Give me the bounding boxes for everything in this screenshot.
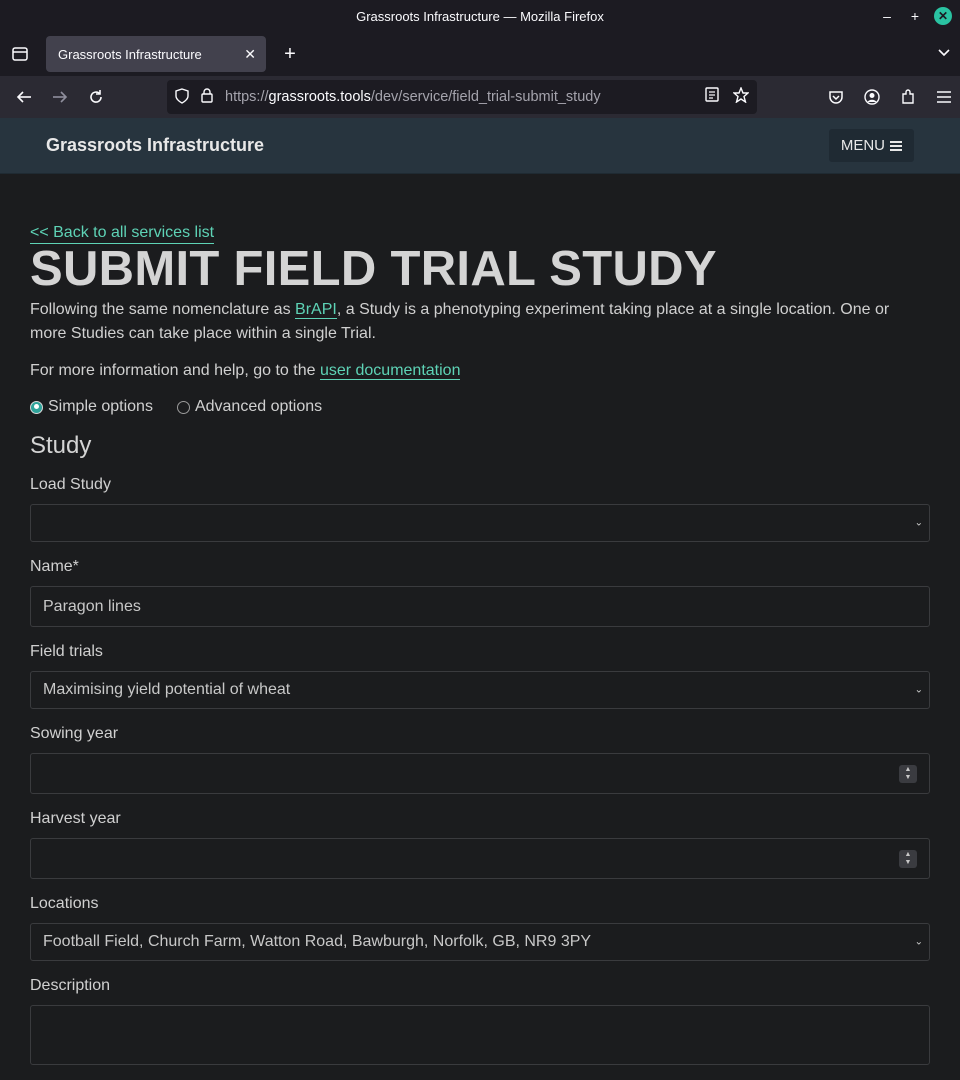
url-path: /dev/service/field_trial-submit_study [370, 89, 601, 105]
description-textarea[interactable] [30, 1005, 930, 1065]
account-icon[interactable] [856, 81, 888, 113]
back-to-services-link[interactable]: << Back to all services list [30, 224, 215, 244]
field-trials-value: Maximising yield potential of wheat [43, 681, 291, 698]
new-tab-button[interactable]: + [274, 38, 306, 70]
simple-options-radio-indicator[interactable] [30, 400, 43, 414]
sowing-year-input[interactable]: ▲ ▼ [30, 753, 930, 794]
brapi-link[interactable]: BrAPI [295, 301, 337, 319]
name-value: Paragon lines [43, 597, 141, 615]
name-label: Name* [30, 558, 79, 575]
advanced-options-radio-indicator[interactable] [176, 400, 190, 414]
list-all-tabs-icon[interactable] [938, 44, 950, 60]
window-title: Grassroots Infrastructure — Mozilla Fire… [356, 8, 604, 24]
field-trials-select[interactable]: Maximising yield potential of wheat ⌄ [30, 671, 930, 709]
advanced-options-label: Advanced options [194, 398, 323, 415]
harvest-year-input[interactable]: ▲ ▼ [30, 838, 930, 879]
reload-icon[interactable] [80, 81, 112, 113]
number-spinner-icon[interactable]: ▲ ▼ [899, 764, 917, 783]
site-menu-button[interactable]: MENU [828, 129, 914, 162]
bookmark-star-icon[interactable] [732, 86, 750, 107]
name-input[interactable]: Paragon lines [30, 586, 930, 627]
site-brand[interactable]: Grassroots Infrastructure [46, 135, 264, 156]
intro-paragraph: Following the same nomenclature as BrAPI… [30, 298, 930, 346]
pocket-icon[interactable] [820, 81, 852, 113]
maximize-button[interactable]: + [906, 7, 924, 25]
sowing-year-label: Sowing year [30, 725, 119, 742]
harvest-year-label: Harvest year [30, 810, 121, 827]
menu-bars-icon [890, 140, 902, 151]
url-bar[interactable]: https://grassroots.tools/dev/service/fie… [167, 80, 757, 114]
close-window-button[interactable]: ✕ [934, 7, 952, 25]
url-prefix: https:// [225, 89, 269, 105]
locations-select[interactable]: Football Field, Church Farm, Watton Road… [30, 923, 930, 961]
site-header: Grassroots Infrastructure MENU [0, 118, 960, 174]
site-menu-label: MENU [840, 137, 885, 154]
locations-label: Locations [30, 895, 99, 912]
close-tab-icon[interactable]: ✕ [244, 46, 256, 63]
page-title: SUBMIT FIELD TRIAL STUDY [30, 242, 717, 296]
chevron-down-icon: ⌄ [914, 517, 923, 529]
minimize-button[interactable]: – [878, 7, 896, 25]
description-label: Description [30, 977, 111, 994]
tab-bar: Grassroots Infrastructure ✕ + [0, 32, 960, 76]
tab-title: Grassroots Infrastructure [58, 46, 202, 62]
chevron-down-icon: ⌄ [914, 684, 923, 696]
more-info-text: For more information and help, go to the [30, 362, 320, 379]
more-info-paragraph: For more information and help, go to the… [30, 362, 930, 380]
locations-value: Football Field, Church Farm, Watton Road… [43, 933, 592, 950]
navigation-toolbar: https://grassroots.tools/dev/service/fie… [0, 76, 960, 118]
chevron-down-icon: ⌄ [914, 936, 923, 948]
url-host: grassroots.tools [268, 89, 371, 105]
page-content: << Back to all services list SUBMIT FIEL… [0, 174, 960, 1080]
number-spinner-icon[interactable]: ▲ ▼ [899, 849, 917, 868]
hamburger-menu-icon[interactable] [928, 81, 960, 113]
back-icon[interactable] [8, 81, 40, 113]
field-trials-label: Field trials [30, 643, 103, 660]
intro-text-before: Following the same nomenclature as [30, 301, 296, 318]
tracking-protection-icon[interactable] [175, 87, 189, 107]
load-study-label: Load Study [30, 476, 111, 493]
simple-options-label: Simple options [48, 398, 153, 415]
window-titlebar: Grassroots Infrastructure — Mozilla Fire… [0, 0, 960, 32]
firefox-view-icon[interactable] [0, 32, 40, 76]
load-study-select[interactable]: ⌄ [30, 504, 930, 542]
lock-icon[interactable] [201, 88, 213, 106]
forward-icon[interactable] [44, 81, 76, 113]
section-title: Study [30, 432, 92, 459]
tab-active[interactable]: Grassroots Infrastructure ✕ [46, 36, 266, 72]
options-radio-group: Simple options Advanced options [30, 398, 930, 416]
user-documentation-link[interactable]: user documentation [319, 362, 461, 380]
extensions-icon[interactable] [892, 81, 924, 113]
simple-options-radio[interactable]: Simple options [30, 398, 153, 416]
reader-view-icon[interactable] [705, 87, 719, 107]
advanced-options-radio[interactable]: Advanced options [176, 398, 323, 416]
